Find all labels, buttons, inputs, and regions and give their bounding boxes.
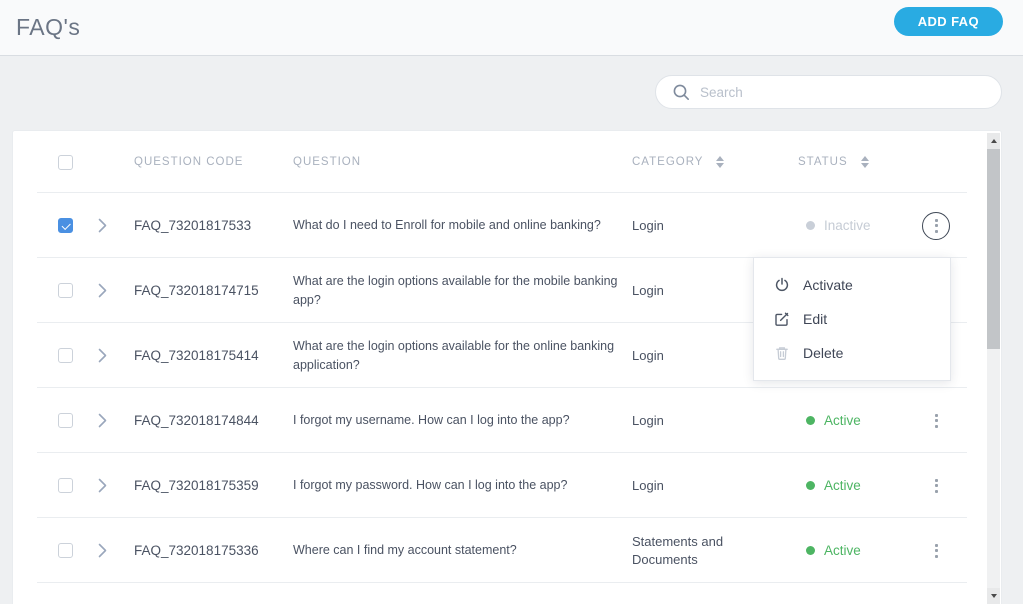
status-dot-icon xyxy=(806,221,815,230)
question-cell: What are the login options available for… xyxy=(293,272,632,310)
column-header-category: CATEGORY xyxy=(632,153,703,171)
status-badge: Active xyxy=(798,543,918,558)
question-code-cell: FAQ_73201817533 xyxy=(134,218,293,233)
column-header-status: STATUS xyxy=(798,156,848,168)
topbar: FAQ's ADD FAQ xyxy=(0,0,1023,56)
row-checkbox[interactable] xyxy=(58,283,73,298)
expand-chevron-icon[interactable] xyxy=(97,218,111,233)
select-all-checkbox[interactable] xyxy=(58,155,73,170)
power-icon xyxy=(773,277,790,293)
status-label: Active xyxy=(824,478,861,493)
menu-item-label: Delete xyxy=(803,345,843,361)
table-body: FAQ_73201817533 What do I need to Enroll… xyxy=(13,193,1001,583)
menu-item-activate[interactable]: Activate xyxy=(754,268,950,302)
scrollbar-track[interactable] xyxy=(987,149,1000,588)
edit-icon xyxy=(773,311,790,327)
table-row: FAQ_732018174844 I forgot my username. H… xyxy=(13,388,1001,453)
menu-item-label: Edit xyxy=(803,311,827,327)
table-row: FAQ_732018175359 I forgot my password. H… xyxy=(13,453,1001,518)
scroll-up-button[interactable] xyxy=(987,133,1000,149)
category-cell: Login xyxy=(632,412,798,430)
question-code-cell: FAQ_732018175336 xyxy=(134,543,293,558)
table-row: FAQ_732018175336 Where can I find my acc… xyxy=(13,518,1001,583)
question-cell: What do I need to Enroll for mobile and … xyxy=(293,216,632,235)
question-code-cell: FAQ_732018174715 xyxy=(134,283,293,298)
sort-icon-category[interactable] xyxy=(716,156,724,168)
question-code-cell: FAQ_732018174844 xyxy=(134,413,293,428)
table-header: QUESTION CODE QUESTION CATEGORY STATUS xyxy=(13,131,1001,193)
row-checkbox[interactable] xyxy=(58,413,73,428)
row-menu-button[interactable] xyxy=(922,407,950,435)
menu-item-edit[interactable]: Edit xyxy=(754,302,950,336)
category-cell: Login xyxy=(632,477,798,495)
status-dot-icon xyxy=(806,481,815,490)
row-menu-button[interactable] xyxy=(922,212,950,240)
question-cell: I forgot my password. How can I log into… xyxy=(293,476,632,495)
menu-item-delete[interactable]: Delete xyxy=(754,336,950,370)
table-scrollbar[interactable] xyxy=(987,133,1000,604)
row-checkbox[interactable] xyxy=(58,543,73,558)
column-header-question: QUESTION xyxy=(293,153,632,172)
menu-item-label: Activate xyxy=(803,277,853,293)
table-row: FAQ_73201817533 What do I need to Enroll… xyxy=(13,193,1001,258)
question-cell: Where can I find my account statement? xyxy=(293,541,632,560)
sort-icon-status[interactable] xyxy=(861,156,869,168)
trash-icon xyxy=(773,345,790,361)
search-box xyxy=(655,75,1002,109)
status-label: Active xyxy=(824,543,861,558)
column-header-question-code: QUESTION CODE xyxy=(134,156,293,168)
row-checkbox[interactable] xyxy=(58,478,73,493)
expand-chevron-icon[interactable] xyxy=(97,348,111,363)
category-cell: Login xyxy=(632,217,798,235)
expand-chevron-icon[interactable] xyxy=(97,478,111,493)
question-code-cell: FAQ_732018175414 xyxy=(134,348,293,363)
row-checkbox[interactable] xyxy=(58,218,73,233)
page-title: FAQ's xyxy=(16,14,80,41)
status-label: Active xyxy=(824,413,861,428)
add-faq-button[interactable]: ADD FAQ xyxy=(894,7,1003,36)
category-cell: Statements and Documents xyxy=(632,533,798,569)
status-badge: Active xyxy=(798,478,918,493)
row-menu-button[interactable] xyxy=(922,472,950,500)
status-badge: Active xyxy=(798,413,918,428)
scrollbar-thumb[interactable] xyxy=(987,149,1000,349)
scroll-down-button[interactable] xyxy=(987,588,1000,604)
status-label: Inactive xyxy=(824,218,871,233)
row-menu-button[interactable] xyxy=(922,537,950,565)
question-code-cell: FAQ_732018175359 xyxy=(134,478,293,493)
status-badge: Inactive xyxy=(798,218,918,233)
expand-chevron-icon[interactable] xyxy=(97,283,111,298)
question-cell: What are the login options available for… xyxy=(293,337,632,375)
status-dot-icon xyxy=(806,546,815,555)
question-cell: I forgot my username. How can I log into… xyxy=(293,411,632,430)
row-context-menu: Activate Edit Delete xyxy=(753,257,951,381)
search-input[interactable] xyxy=(700,85,987,100)
row-checkbox[interactable] xyxy=(58,348,73,363)
expand-chevron-icon[interactable] xyxy=(97,543,111,558)
expand-chevron-icon[interactable] xyxy=(97,413,111,428)
search-icon xyxy=(672,83,690,101)
status-dot-icon xyxy=(806,416,815,425)
